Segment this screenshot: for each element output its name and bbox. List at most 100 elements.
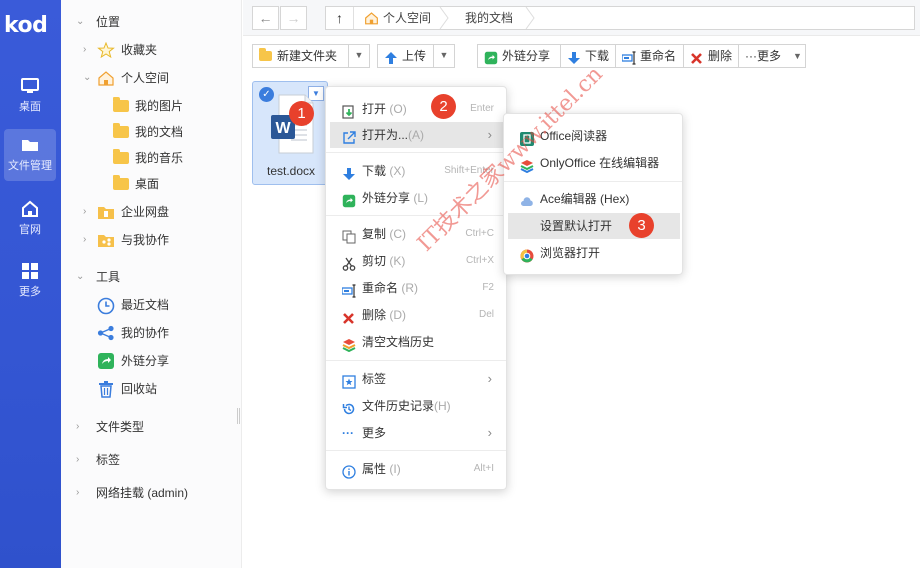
cloud-editor-icon: [520, 192, 534, 206]
menu-item-properties[interactable]: 属性 (I) Alt+I: [330, 456, 504, 482]
external-open-icon: [342, 128, 356, 144]
submenu-item-office-reader[interactable]: Office阅读器: [508, 123, 680, 149]
folder-icon: [22, 140, 38, 151]
rail-item-official-site[interactable]: 官网: [4, 193, 56, 245]
menu-item-download[interactable]: 下载 (X) Shift+Enter: [330, 158, 504, 184]
delete-button[interactable]: 删除: [683, 44, 739, 68]
chevron-right-icon: ›: [76, 421, 80, 432]
file-name: test.docx: [266, 164, 316, 178]
upload-button[interactable]: 上传: [377, 44, 434, 68]
breadcrumb-item[interactable]: 我的文档: [465, 7, 513, 29]
menu-item-file-history[interactable]: 文件历史记录(H): [330, 393, 504, 419]
folder-icon: [113, 123, 131, 140]
folder-icon: [113, 175, 131, 192]
folder-icon: [113, 149, 131, 166]
submenu-item-set-default[interactable]: 设置默认打开: [508, 213, 680, 239]
close-x-icon: [342, 308, 356, 324]
ellipsis-icon: ···: [342, 426, 354, 440]
chevron-down-icon: ⌄: [76, 271, 85, 282]
rail-item-more[interactable]: 更多: [4, 255, 56, 307]
chrome-browser-icon: [520, 246, 534, 263]
chevron-down-icon: ⌄: [83, 72, 92, 83]
home-folder-icon: [97, 70, 115, 86]
upload-dropdown[interactable]: ▼: [433, 44, 455, 68]
menu-item-open-as[interactable]: 打开为...(A) ›: [330, 122, 504, 148]
chevron-right-icon: ›: [487, 425, 492, 440]
breadcrumb-item[interactable]: 个人空间: [383, 7, 431, 29]
close-x-icon: [690, 50, 704, 64]
link-share-button[interactable]: 外链分享: [477, 44, 561, 68]
chevron-right-icon: ›: [76, 487, 80, 498]
link-share-icon: [97, 353, 115, 369]
rail-label: 更多: [19, 286, 41, 298]
chevron-right-icon: ›: [83, 206, 87, 217]
forward-button[interactable]: →: [280, 6, 307, 30]
caret-down-icon: ▼: [793, 51, 802, 61]
copy-icon: [342, 227, 356, 244]
context-menu: 打开 (O) Enter 打开为...(A) › 下载 (X) Shift+En…: [325, 86, 507, 490]
bookmark-tag-icon: [342, 372, 356, 389]
toolbar: 新建文件夹 ▼ 上传 ▼ 外链分享 下载 重命名 删除 ··· 更多 ▼: [243, 41, 920, 69]
step-badge-1: 1: [289, 101, 314, 126]
submenu-item-onlyoffice[interactable]: OnlyOffice 在线编辑器: [508, 150, 680, 176]
rail-label: 桌面: [19, 101, 41, 113]
info-icon: [342, 462, 356, 479]
link-share-icon: [484, 50, 498, 65]
app-rail: kod 桌面 文件管理 官网 更多: [0, 0, 61, 568]
chevron-right-icon: ›: [487, 371, 492, 386]
submenu-item-browser-open[interactable]: 浏览器打开: [508, 240, 680, 266]
panel-resize-handle[interactable]: [237, 408, 240, 424]
rail-label: 官网: [19, 224, 41, 236]
share-nodes-icon: [97, 325, 115, 341]
link-share-icon: [342, 191, 356, 208]
rail-item-desktop[interactable]: 桌面: [4, 70, 56, 122]
folder-tree: ⌄ 位置 › 收藏夹 ⌄ 个人空间 我的图片 我的文档 我的音乐 桌面 › 企业…: [61, 0, 242, 568]
menu-item-more[interactable]: ··· 更多 ›: [330, 420, 504, 446]
submenu-item-ace-editor[interactable]: Ace编辑器 (Hex): [508, 186, 680, 212]
open-as-submenu: Office阅读器 OnlyOffice 在线编辑器 Ace编辑器 (Hex) …: [503, 113, 683, 275]
breadcrumb-separator-icon: [525, 7, 535, 29]
history-icon: [342, 399, 356, 415]
menu-item-tags[interactable]: 标签 ›: [330, 366, 504, 392]
folder-icon: [113, 97, 131, 114]
file-item-selected[interactable]: ✓ ▼ W test.docx: [252, 81, 328, 185]
onlyoffice-icon: [520, 156, 534, 174]
download-arrow-icon: [567, 50, 581, 64]
breadcrumb: ↑ 个人空间 我的文档: [325, 6, 915, 30]
layers-icon: [342, 335, 356, 353]
rail-item-file-manager[interactable]: 文件管理: [4, 129, 56, 181]
star-icon: [97, 41, 115, 59]
app-logo[interactable]: kod: [4, 13, 58, 39]
chevron-right-icon: ›: [76, 454, 80, 465]
shared-folder-icon: [97, 232, 115, 248]
menu-item-delete[interactable]: 删除 (D) Del: [330, 302, 504, 328]
back-button[interactable]: ←: [252, 6, 279, 30]
rename-button[interactable]: 重命名: [615, 44, 684, 68]
rail-label: 文件管理: [8, 160, 52, 172]
folder-icon: [259, 48, 273, 62]
address-bar: ← → ↑ 个人空间 我的文档: [243, 0, 920, 36]
step-badge-3: 3: [629, 213, 654, 238]
scissors-icon: [342, 254, 356, 271]
menu-item-link-share[interactable]: 外链分享 (L): [330, 185, 504, 211]
desktop-icon: [21, 78, 39, 93]
menu-item-rename[interactable]: 重命名 (R) F2: [330, 275, 504, 301]
download-button[interactable]: 下载: [560, 44, 616, 68]
enterprise-folder-icon: [97, 204, 115, 220]
menu-item-copy[interactable]: 复制 (C) Ctrl+C: [330, 221, 504, 247]
new-folder-dropdown[interactable]: ▼: [348, 44, 370, 68]
new-folder-button[interactable]: 新建文件夹: [252, 44, 349, 68]
step-badge-2: 2: [431, 94, 456, 119]
up-button[interactable]: ↑: [326, 7, 354, 29]
open-icon: [342, 102, 356, 119]
clock-icon: [97, 297, 115, 315]
grid-icon: [22, 263, 38, 279]
download-arrow-icon: [342, 164, 356, 180]
chevron-right-icon: ›: [487, 127, 492, 142]
more-button[interactable]: ··· 更多 ▼: [738, 44, 806, 68]
menu-item-clear-history[interactable]: 清空文档历史: [330, 329, 504, 355]
chevron-right-icon: ›: [83, 44, 87, 55]
menu-item-cut[interactable]: 剪切 (K) Ctrl+X: [330, 248, 504, 274]
breadcrumb-separator-icon: [439, 7, 449, 29]
menu-item-open[interactable]: 打开 (O) Enter: [330, 96, 504, 122]
